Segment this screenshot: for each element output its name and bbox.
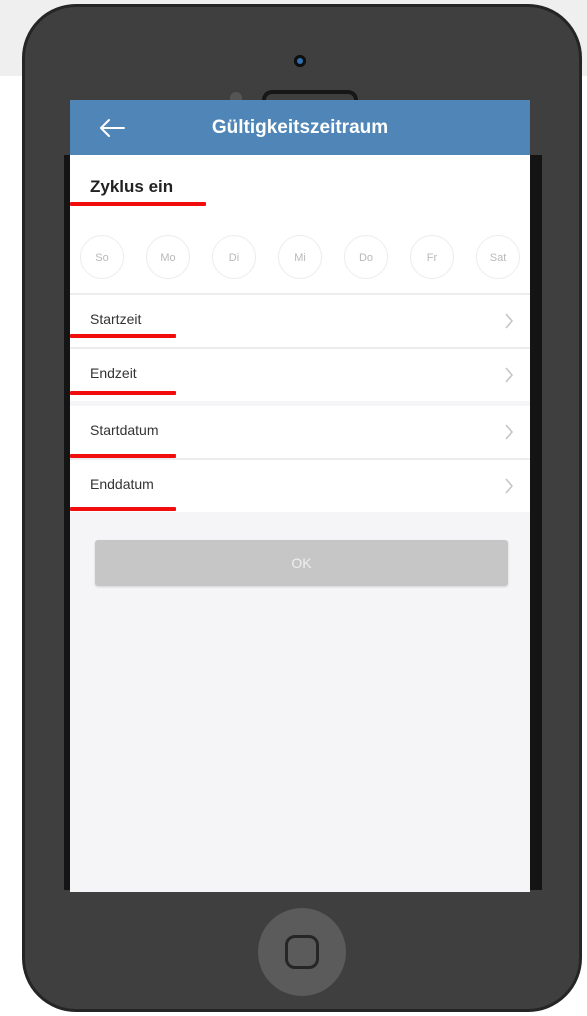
weekday-sat[interactable]: Sat <box>476 235 520 279</box>
weekday-fri[interactable]: Fr <box>410 235 454 279</box>
highlight-end-time <box>70 391 176 395</box>
app-header: Gültigkeitszeitraum <box>70 100 530 155</box>
app-screen: Gültigkeitszeitraum Zyklus ein So Mo Di … <box>70 100 530 892</box>
home-button-icon[interactable] <box>258 908 346 996</box>
chevron-right-icon <box>505 424 513 440</box>
weekday-tue[interactable]: Di <box>212 235 256 279</box>
weekday-wed[interactable]: Mi <box>278 235 322 279</box>
weekday-mon[interactable]: Mo <box>146 235 190 279</box>
end-time-label: Endzeit <box>90 365 137 381</box>
weekday-thu[interactable]: Do <box>344 235 388 279</box>
chevron-right-icon <box>505 367 513 383</box>
ok-button[interactable]: OK <box>95 540 508 586</box>
start-time-label: Startzeit <box>90 311 142 327</box>
start-time-row[interactable]: Startzeit <box>70 295 530 347</box>
highlight-start-time <box>70 334 176 338</box>
page-title: Gültigkeitszeitraum <box>211 117 389 138</box>
chevron-right-icon <box>505 478 513 494</box>
highlight-end-date <box>70 507 176 511</box>
chevron-right-icon <box>505 313 513 329</box>
weekday-sun[interactable]: So <box>80 235 124 279</box>
camera-icon <box>294 55 306 67</box>
cycle-title: Zyklus ein <box>90 177 174 196</box>
start-date-label: Startdatum <box>90 422 159 438</box>
screen-edge-right <box>530 155 542 890</box>
highlight-cycle-title <box>70 202 206 206</box>
weekday-selector: So Mo Di Mi Do Fr Sat <box>80 235 530 281</box>
start-date-row[interactable]: Startdatum <box>70 406 530 458</box>
end-date-row[interactable]: Enddatum <box>70 460 530 512</box>
end-date-label: Enddatum <box>90 476 154 492</box>
home-button-inner <box>285 935 319 969</box>
highlight-start-date <box>70 454 176 458</box>
cycle-section: Zyklus ein So Mo Di Mi Do Fr Sat <box>70 155 530 295</box>
